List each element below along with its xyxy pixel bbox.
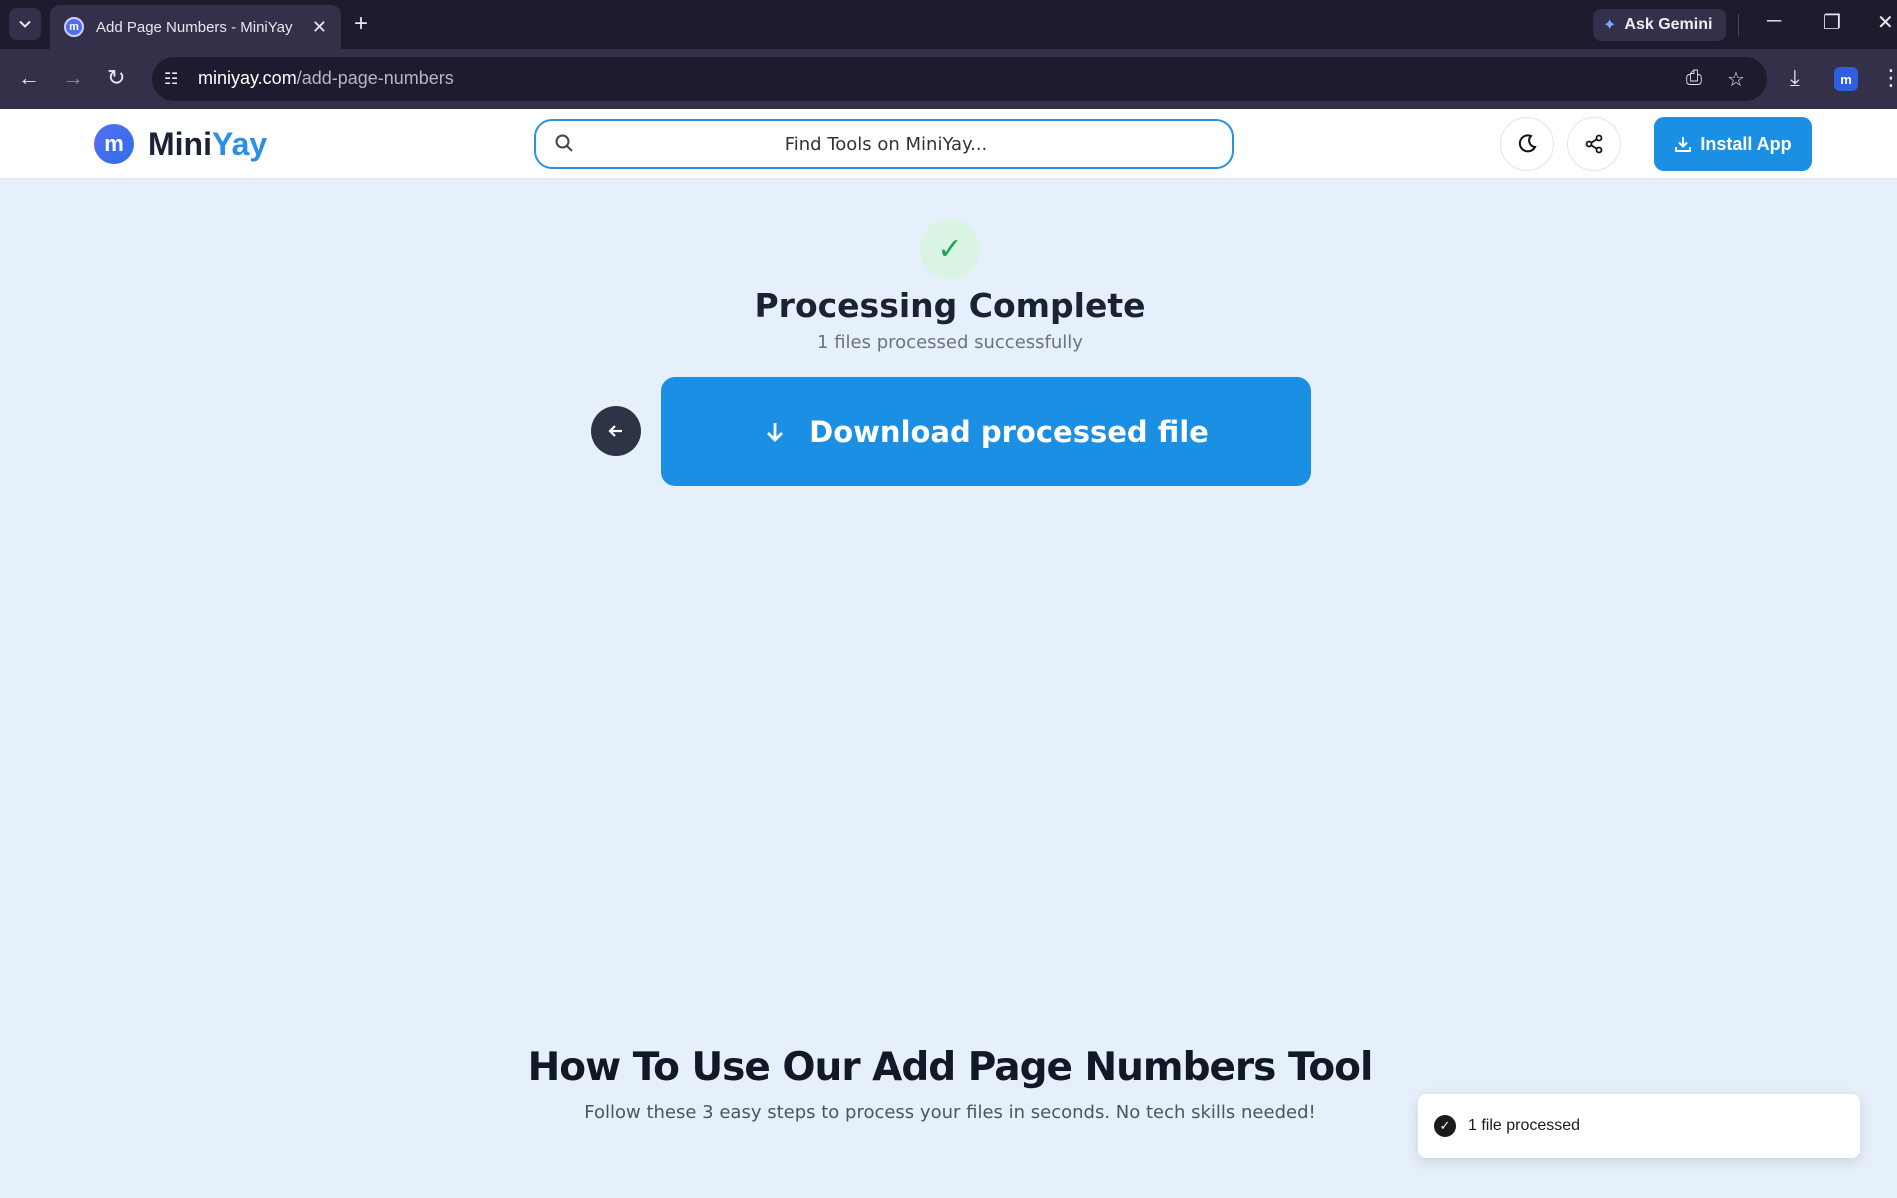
bookmark-star-icon[interactable]: ☆ <box>1727 67 1745 92</box>
ask-gemini-label: Ask Gemini <box>1624 16 1713 33</box>
install-app-button[interactable]: Install App <box>1654 117 1812 171</box>
minimize-icon[interactable]: ─ <box>1767 10 1781 33</box>
processing-complete-subtitle: 1 files processed successfully <box>817 332 1083 353</box>
download-label: Download processed file <box>809 414 1209 449</box>
browser-menu-icon[interactable]: ⋮ <box>1880 64 1897 92</box>
dark-mode-toggle[interactable] <box>1500 117 1554 171</box>
forward-arrow-icon[interactable]: → <box>62 64 84 92</box>
extension-miniyay-icon[interactable]: m <box>1834 67 1858 91</box>
miniyay-logo[interactable]: m MiniYay <box>94 124 267 164</box>
toolbar-divider <box>1738 14 1739 36</box>
url-omnibox[interactable]: ☷ miniyay.com/add-page-numbers ⎙ ☆ <box>152 57 1767 101</box>
miniyay-favicon-icon: m <box>64 17 84 37</box>
browser-tab-bar: m Add Page Numbers - MiniYay ✕ + ✦ Ask G… <box>0 0 1897 49</box>
success-check-icon: ✓ <box>920 219 980 279</box>
logo-wordmark: MiniYay <box>148 125 268 162</box>
site-settings-icon[interactable]: ☷ <box>164 69 178 89</box>
moon-icon <box>1518 134 1537 153</box>
browser-address-bar: ← → ↻ ☷ miniyay.com/add-page-numbers ⎙ ☆… <box>0 49 1897 109</box>
tool-search-box[interactable] <box>534 119 1234 169</box>
install-page-icon[interactable]: ⎙ <box>1686 67 1702 90</box>
restore-icon[interactable]: ❐ <box>1823 10 1841 35</box>
new-tab-button[interactable]: + <box>354 10 368 38</box>
gemini-sparkle-icon: ✦ <box>1603 17 1617 34</box>
toast-message: 1 file processed <box>1468 1117 1581 1134</box>
share-icon <box>1585 134 1603 154</box>
share-button[interactable] <box>1567 117 1621 171</box>
arrow-down-icon <box>767 422 784 442</box>
site-header: m MiniYay Install App <box>0 109 1897 179</box>
close-window-icon[interactable]: ✕ <box>1877 10 1894 35</box>
download-processed-file-button[interactable]: Download processed file <box>661 377 1311 486</box>
check-circle-icon: ✓ <box>1434 1115 1456 1137</box>
back-button[interactable] <box>591 406 641 456</box>
tab-title: Add Page Numbers - MiniYay <box>96 18 293 36</box>
howto-heading: How To Use Our Add Page Numbers Tool <box>527 1045 1374 1090</box>
back-arrow-icon[interactable]: ← <box>18 64 40 92</box>
download-icon <box>1675 137 1692 152</box>
tab-search-button[interactable] <box>9 8 41 40</box>
close-tab-icon[interactable]: ✕ <box>312 17 327 38</box>
ask-gemini-button[interactable]: ✦ Ask Gemini <box>1593 9 1727 41</box>
install-app-label: Install App <box>1700 133 1792 154</box>
toast-notification: ✓ 1 file processed <box>1418 1094 1860 1158</box>
search-icon <box>555 134 573 152</box>
chevron-down-icon <box>19 20 31 28</box>
downloads-icon[interactable]: ⤓ <box>1790 64 1800 92</box>
arrow-left-icon <box>608 425 622 437</box>
search-input[interactable] <box>586 129 1186 159</box>
logo-mark-icon: m <box>94 124 134 164</box>
url-text: miniyay.com/add-page-numbers <box>198 68 454 88</box>
processing-complete-title: Processing Complete <box>754 286 1146 325</box>
reload-icon[interactable]: ↻ <box>107 64 125 92</box>
tab-add-page-numbers[interactable]: m Add Page Numbers - MiniYay ✕ <box>50 5 341 49</box>
